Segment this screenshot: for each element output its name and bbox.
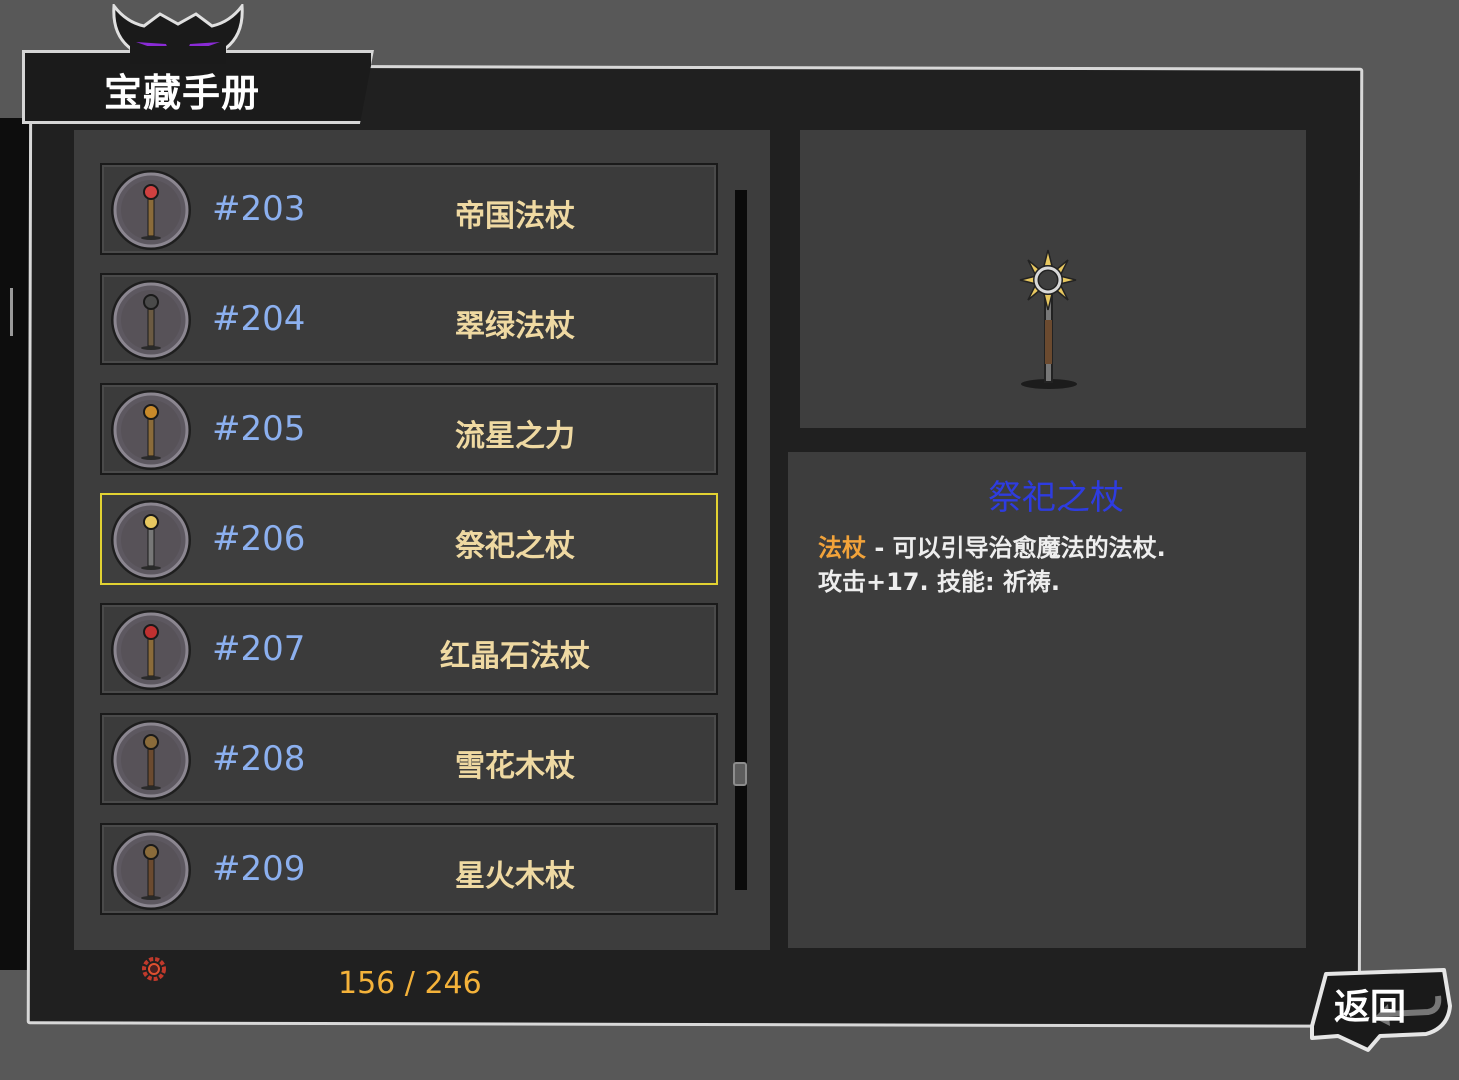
item-description: 法杖 - 可以引导治愈魔法的法杖.	[818, 528, 1166, 563]
item-number: #206	[212, 519, 306, 559]
starfire-wood-staff-icon	[111, 830, 191, 910]
list-item[interactable]: #209 星火木杖	[100, 823, 718, 915]
page-title: 宝藏手册	[104, 71, 261, 115]
ritual-staff-preview-icon	[1019, 249, 1077, 389]
meteor-staff-icon	[111, 390, 191, 470]
item-detail-title: 祭祀之杖	[988, 478, 1124, 518]
side-panel-glyph	[0, 288, 13, 336]
emerald-staff-icon	[111, 280, 191, 360]
list-item[interactable]: #207 红晶石法杖	[100, 603, 718, 695]
back-button[interactable]: 返回	[1308, 966, 1454, 1056]
list-item[interactable]: #204 翠绿法杖	[100, 273, 718, 365]
item-name: 流星之力	[455, 419, 575, 454]
demon-mask-icon	[112, 4, 244, 64]
item-name: 红晶石法杖	[440, 639, 590, 674]
item-name: 雪花木杖	[455, 749, 575, 784]
snowflake-wood-staff-icon	[111, 720, 191, 800]
scrollbar-thumb[interactable]	[733, 762, 747, 786]
item-name: 星火木杖	[455, 859, 575, 894]
treasure-handbook-screen: 宝藏手册 #203 帝国法杖 #204 翠绿法杖 #205 流星之力 #206 祭祀之杖 #20…	[0, 0, 1459, 1080]
item-number: #205	[212, 409, 306, 449]
item-type-label: 法杖	[818, 534, 866, 562]
item-name: 帝国法杖	[455, 199, 575, 234]
item-number: #207	[212, 629, 306, 669]
list-item[interactable]: #208 雪花木杖	[100, 713, 718, 805]
item-number: #203	[212, 189, 306, 229]
red-crystal-staff-icon	[111, 610, 191, 690]
list-item[interactable]: #206 祭祀之杖	[100, 493, 718, 585]
item-number: #208	[212, 739, 306, 779]
item-name: 祭祀之杖	[455, 529, 575, 564]
item-name: 翠绿法杖	[455, 309, 575, 344]
imperial-staff-icon	[111, 170, 191, 250]
back-button-label: 返回	[1334, 987, 1407, 1028]
gear-icon	[142, 957, 166, 981]
item-stats: 攻击+17. 技能: 祈祷.	[818, 568, 1061, 596]
list-item[interactable]: #205 流星之力	[100, 383, 718, 475]
item-number: #209	[212, 849, 306, 889]
item-description-panel	[788, 452, 1306, 948]
item-description-text: - 可以引导治愈魔法的法杖.	[866, 534, 1166, 562]
ritual-staff-icon	[111, 500, 191, 580]
collection-counter: 156 / 246	[338, 966, 482, 1001]
item-number: #204	[212, 299, 306, 339]
list-item[interactable]: #203 帝国法杖	[100, 163, 718, 255]
